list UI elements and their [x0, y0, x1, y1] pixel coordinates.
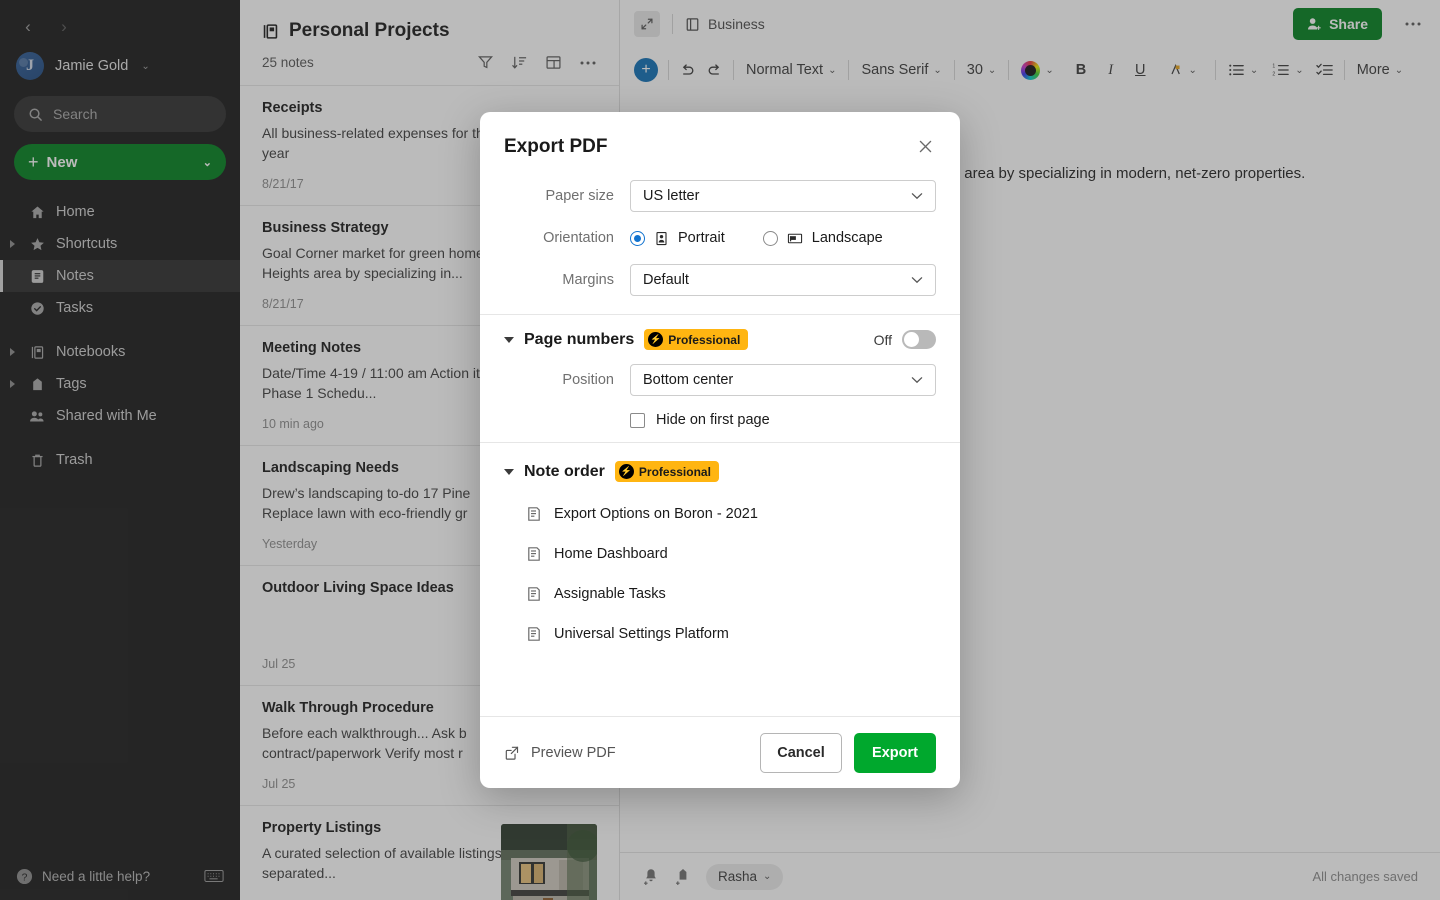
radio-portrait[interactable]	[630, 230, 645, 246]
page-numbers-section: Page numbers ⚡ Professional Off Position…	[480, 314, 960, 442]
note-icon	[526, 546, 542, 562]
status-badge: ⚡ Professional	[644, 329, 749, 350]
note-icon	[526, 626, 542, 642]
note-icon	[526, 506, 542, 522]
bolt-icon: ⚡	[648, 332, 664, 347]
note-order-header[interactable]: Note order ⚡ Professional	[504, 461, 936, 482]
bolt-icon: ⚡	[618, 464, 634, 479]
orientation-options: Portrait Landscape	[630, 230, 883, 246]
margins-value: Default	[643, 272, 689, 288]
orientation-portrait-label: Portrait	[678, 230, 725, 246]
paper-size-value: US letter	[643, 188, 700, 204]
chevron-down-icon	[911, 376, 923, 384]
note-order-section: Note order ⚡ Professional Export Options…	[480, 442, 960, 664]
landscape-icon	[787, 231, 803, 246]
list-item[interactable]: Export Options on Boron - 2021	[526, 494, 912, 534]
note-order-label: Home Dashboard	[554, 546, 668, 562]
dialog-header: Export PDF	[480, 112, 960, 174]
note-order-label: Export Options on Boron - 2021	[554, 506, 758, 522]
dialog-body: Paper size US letter Orientation Portrai…	[480, 174, 960, 716]
page-numbers-header[interactable]: Page numbers ⚡ Professional Off	[504, 329, 936, 350]
list-item[interactable]: Home Dashboard	[526, 534, 912, 574]
list-item[interactable]: Assignable Tasks	[526, 574, 912, 614]
position-select[interactable]: Bottom center	[630, 364, 936, 396]
position-row: Position Bottom center	[504, 350, 936, 402]
list-item[interactable]: Universal Settings Platform	[526, 614, 912, 654]
status-badge: ⚡ Professional	[614, 461, 719, 482]
close-icon[interactable]	[915, 136, 936, 157]
chevron-down-icon	[911, 192, 923, 200]
margins-select[interactable]: Default	[630, 264, 936, 296]
orientation-label: Orientation	[543, 230, 614, 246]
hide-first-page-row[interactable]: Hide on first page	[504, 402, 936, 432]
note-order-list: Export Options on Boron - 2021 Home Dash…	[504, 482, 936, 654]
chevron-down-icon[interactable]	[504, 336, 514, 343]
margins-row: Margins Default	[480, 258, 960, 314]
portrait-icon	[654, 231, 669, 246]
position-label: Position	[562, 372, 614, 388]
margins-label: Margins	[562, 272, 614, 288]
paper-size-select[interactable]: US letter	[630, 180, 936, 212]
note-order-title: Note order	[524, 462, 605, 480]
badge-label: Professional	[668, 332, 741, 347]
toggle-state-label: Off	[873, 331, 892, 348]
note-icon	[526, 586, 542, 602]
dialog-title: Export PDF	[504, 136, 608, 157]
note-order-label: Universal Settings Platform	[554, 626, 729, 642]
hide-first-page-checkbox[interactable]	[630, 412, 645, 428]
orientation-landscape-label: Landscape	[811, 230, 883, 246]
dialog-footer: Preview PDF Cancel Export	[480, 716, 960, 788]
preview-pdf-button[interactable]: Preview PDF	[504, 745, 616, 761]
paper-size-label: Paper size	[545, 188, 614, 204]
chevron-down-icon	[911, 276, 923, 284]
page-numbers-toggle-group: Off	[874, 330, 936, 349]
preview-pdf-label: Preview PDF	[531, 744, 616, 761]
app-root: ‹ › J Jamie Gold ⌄ Search + New ⌄ Home S…	[0, 0, 1440, 900]
note-order-label: Assignable Tasks	[554, 586, 666, 602]
page-numbers-title: Page numbers	[524, 330, 635, 348]
orientation-option-landscape[interactable]: Landscape	[762, 230, 883, 246]
orientation-option-portrait[interactable]: Portrait	[630, 230, 725, 246]
export-button[interactable]: Export	[854, 732, 936, 773]
orientation-row: Orientation Portrait Landscape	[480, 218, 960, 258]
badge-label: Professional	[638, 464, 711, 479]
cancel-button[interactable]: Cancel	[760, 732, 842, 773]
external-link-icon	[504, 745, 520, 761]
radio-landscape[interactable]	[762, 230, 778, 246]
chevron-down-icon[interactable]	[504, 468, 514, 475]
export-pdf-dialog: Export PDF Paper size US letter Orientat…	[480, 112, 960, 788]
position-value: Bottom center	[643, 372, 734, 388]
paper-size-row: Paper size US letter	[480, 174, 960, 218]
hide-first-page-label: Hide on first page	[656, 412, 770, 428]
page-numbers-toggle[interactable]	[902, 330, 936, 349]
